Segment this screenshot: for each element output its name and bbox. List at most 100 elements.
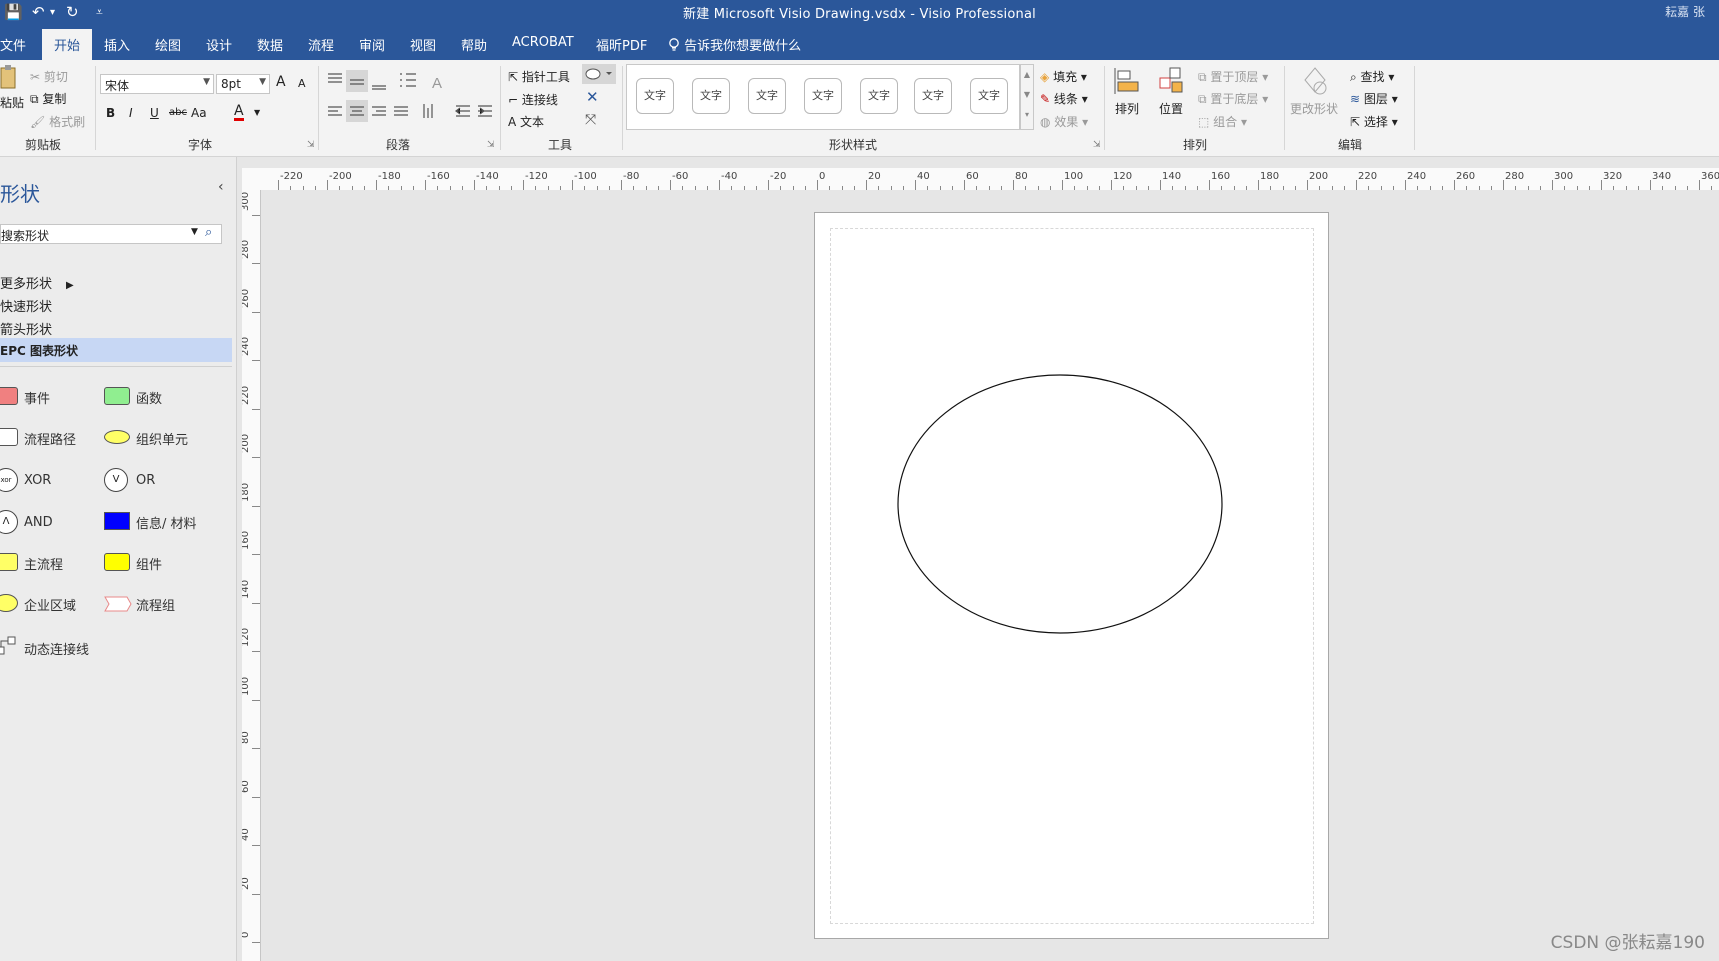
pointer-tool-button[interactable]: ⇱ 指针工具 [508, 68, 570, 85]
connection-point-icon[interactable]: ⤧ [585, 112, 596, 128]
horizontal-ruler[interactable]: -220 -200 -180 -160 -140 -120 -100 -80 -60 -40 -20… [242, 168, 1719, 191]
shape-style-3[interactable]: 文字 [748, 78, 786, 114]
ribbon-tab-bar: 文件 开始 插入 绘图 设计 数据 流程 审阅 视图 帮助 ACROBAT 福昕… [0, 24, 1719, 60]
ruler-tick [523, 180, 524, 190]
italic-button[interactable]: I [129, 106, 133, 120]
group-button[interactable]: ⬚ 组合 ▾ [1198, 113, 1247, 130]
svg-text:A: A [432, 75, 442, 92]
position-button[interactable]: 位置 [1156, 66, 1190, 128]
ruler-tick [252, 748, 260, 749]
bold-button[interactable]: B [106, 106, 115, 120]
arrow-shapes-item[interactable]: 箭头形状 [0, 319, 52, 338]
tab-file[interactable]: 文件 [0, 35, 26, 54]
font-name-combo[interactable]: 宋体 ▼ [100, 74, 214, 94]
ruler-tick [252, 311, 260, 313]
chevron-down-icon[interactable]: ▼ [254, 108, 260, 117]
paste-button[interactable]: 粘贴 [0, 64, 24, 110]
ruler-tick [252, 457, 260, 458]
underline-button[interactable]: U [150, 106, 159, 120]
paragraph-buttons[interactable]: A [326, 70, 496, 136]
line-button[interactable]: ✎ 线条 ▾ [1040, 90, 1088, 107]
font-color-button[interactable]: A [234, 104, 244, 121]
info-material-shape-icon [104, 512, 130, 530]
dialog-launcher-icon[interactable]: ⇲ [307, 140, 315, 150]
close-icon[interactable]: ✕ [586, 88, 599, 106]
tab-draw[interactable]: 绘图 [155, 35, 181, 54]
tab-help[interactable]: 帮助 [461, 35, 487, 54]
ruler-tick [252, 942, 260, 943]
bring-to-front-button[interactable]: ⧉ 置于顶层 ▾ [1198, 68, 1268, 85]
ruler-label: -220 [280, 171, 303, 182]
shape-style-4[interactable]: 文字 [804, 78, 842, 114]
search-shapes-box[interactable]: 搜索形状 ▼ ⌕ [0, 224, 222, 244]
align-button[interactable]: 排列 [1112, 66, 1146, 128]
user-name[interactable]: 耘嘉 张 [1665, 3, 1705, 20]
ruler-label: -40 [721, 171, 738, 182]
more-shapes-label: 更多形状 [0, 277, 53, 292]
stencil-epc-selected[interactable]: EPC 图表形状 [0, 338, 232, 362]
arrange-group-label: 排列 [1182, 138, 1207, 152]
shape-style-6[interactable]: 文字 [914, 78, 952, 114]
process-group-shape-icon [104, 596, 132, 612]
connector-button[interactable]: ⌐ 连接线 [508, 91, 558, 108]
shrink-font-button[interactable]: A [298, 77, 306, 90]
ellipse-shape[interactable] [896, 373, 1224, 635]
tab-insert[interactable]: 插入 [104, 35, 130, 54]
collapse-panel-icon[interactable]: ‹ [218, 179, 224, 195]
strikethrough-button[interactable]: abc [169, 107, 187, 118]
cut-button[interactable]: ✂ 剪切 [30, 68, 68, 85]
dialog-launcher-icon[interactable]: ⇲ [1093, 140, 1101, 150]
gallery-scroll[interactable]: ▲ ▼ ▾ [1020, 64, 1034, 130]
shape-style-1[interactable]: 文字 [636, 78, 674, 114]
fill-button[interactable]: ◈ 填充 ▾ [1040, 68, 1087, 85]
font-size-combo[interactable]: 8pt ▼ [216, 74, 270, 94]
change-case-button[interactable]: Aa [191, 106, 207, 120]
org-unit-shape-icon [104, 430, 130, 444]
select-button[interactable]: ⇱ 选择 ▾ [1350, 113, 1398, 130]
tab-acrobat[interactable]: ACROBAT [512, 35, 574, 50]
grow-font-button[interactable]: A [276, 74, 286, 90]
tab-process[interactable]: 流程 [308, 35, 334, 54]
format-painter-button[interactable]: 🖌 格式刷 [30, 113, 85, 130]
line-pen-icon: ✎ [1040, 92, 1051, 106]
ruler-tick [1405, 180, 1406, 190]
layers-button[interactable]: ≋ 图层 ▾ [1350, 90, 1398, 107]
text-tool-button[interactable]: A 文本 [508, 113, 544, 130]
tab-home[interactable]: 开始 [42, 29, 93, 60]
tell-me-box[interactable]: 告诉我你想要做什么 [668, 35, 801, 54]
ruler-tick [252, 796, 260, 798]
tab-view[interactable]: 视图 [410, 35, 436, 54]
tab-review[interactable]: 审阅 [359, 35, 385, 54]
dialog-launcher-icon[interactable]: ⇲ [487, 140, 495, 150]
search-input[interactable]: 搜索形状 [1, 227, 49, 244]
ellipse-tool-button[interactable] [582, 64, 616, 84]
tab-data[interactable]: 数据 [257, 35, 283, 54]
ruler-tick [1062, 180, 1063, 190]
vertical-ruler[interactable]: 300 280 260 240 220 200 180 160 140 120 100 80 60 40 2… [242, 190, 261, 961]
quick-shapes-item[interactable]: 快速形状 [0, 296, 52, 315]
copy-button[interactable]: ⧉ 复制 [30, 90, 66, 107]
pointer-tool-label: 指针工具 [521, 70, 570, 84]
chevron-down-icon: ▼ [259, 77, 266, 87]
search-icon[interactable]: ⌕ [205, 225, 212, 240]
tab-design[interactable]: 设计 [206, 35, 232, 54]
effects-button[interactable]: ◍ 效果 ▾ [1040, 113, 1088, 130]
shape-style-2[interactable]: 文字 [692, 78, 730, 114]
more-shapes-item[interactable]: 更多形状 ▶ [0, 273, 74, 292]
send-to-back-button[interactable]: ⧉ 置于底层 ▾ [1198, 90, 1268, 107]
shape-style-5[interactable]: 文字 [860, 78, 898, 114]
clipboard-group-label: 剪贴板 [24, 138, 61, 152]
event-shape-icon [0, 387, 18, 405]
chevron-down-icon[interactable]: ▼ [191, 227, 198, 237]
find-button[interactable]: ⌕ 查找 ▾ [1350, 68, 1394, 85]
ruler-tick [1650, 180, 1651, 190]
or-shape-icon: V [104, 468, 128, 492]
change-shape-button[interactable]: 更改形状 [1290, 66, 1344, 128]
ruler-label: 40 [242, 828, 251, 841]
paragraph-group-label: 段落 [385, 138, 410, 152]
shape-label: XOR [24, 473, 52, 488]
shape-style-7[interactable]: 文字 [970, 78, 1008, 114]
tab-foxit-pdf[interactable]: 福昕PDF [596, 35, 647, 54]
ruler-tick [670, 180, 671, 190]
ruler-tick [719, 180, 720, 190]
